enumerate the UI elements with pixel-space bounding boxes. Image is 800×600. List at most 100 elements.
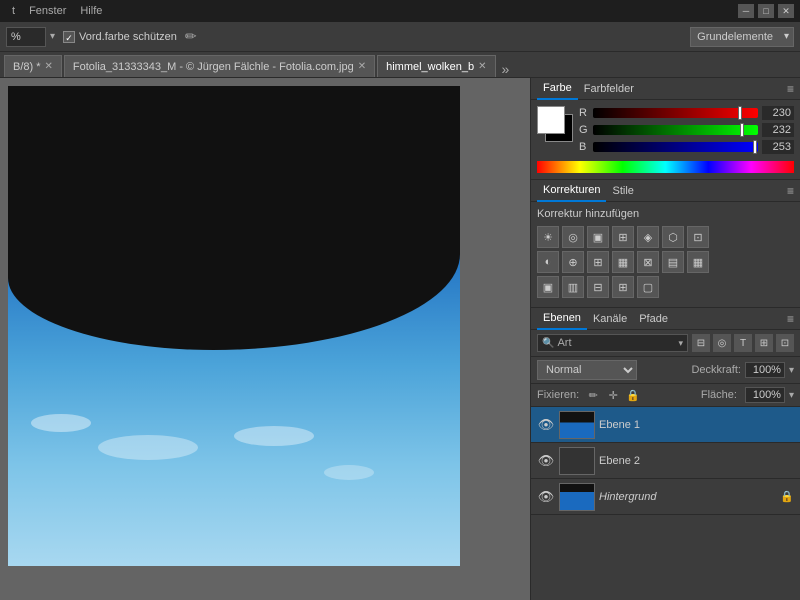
- korr-icon-hsl[interactable]: ⬡: [662, 226, 684, 248]
- tab-farbfelder[interactable]: Farbfelder: [578, 78, 640, 100]
- foreground-swatch[interactable]: [537, 106, 565, 134]
- ebenen-search[interactable]: 🔍 Art ▾: [537, 334, 688, 352]
- deckkraft-input[interactable]: [745, 362, 785, 378]
- layer-item-2[interactable]: 👁 Hintergrund 🔒: [531, 479, 800, 515]
- korr-icon-channel[interactable]: ⊞: [587, 251, 609, 273]
- canvas-area[interactable]: [0, 78, 530, 600]
- menu-fenster[interactable]: Fenster: [23, 5, 72, 17]
- cloud-1: [31, 414, 91, 432]
- tab-more-button[interactable]: »: [498, 61, 514, 77]
- layer-2-visibility[interactable]: 👁: [537, 488, 555, 506]
- layer-item-1[interactable]: 👁 Ebene 2: [531, 443, 800, 479]
- layer-0-visibility[interactable]: 👁: [537, 416, 555, 434]
- fix-icon-lock[interactable]: 🔒: [625, 387, 641, 403]
- tab-0-close[interactable]: ✕: [45, 61, 53, 72]
- korr-icon-gradient[interactable]: ▣: [537, 276, 559, 298]
- korr-icon-invert[interactable]: ⊠: [637, 251, 659, 273]
- ebenen-body: 🔍 Art ▾ ⊟ ◎ T ⊞ ⊡ Normal: [531, 330, 800, 600]
- layer-2-lock-icon: 🔒: [780, 490, 794, 503]
- blend-mode-select[interactable]: Normal: [537, 360, 637, 380]
- tab-2-close[interactable]: ✕: [478, 61, 486, 72]
- checkbox-area: Vord.farbe schützen: [63, 31, 177, 43]
- color-spectrum[interactable]: [537, 161, 794, 173]
- korr-icon-photo[interactable]: ⊕: [562, 251, 584, 273]
- protect-color-checkbox[interactable]: [63, 31, 75, 43]
- korrekturen-panel-header: Korrekturen Stile ≡: [531, 180, 800, 202]
- layer-1-visibility[interactable]: 👁: [537, 452, 555, 470]
- maximize-button[interactable]: □: [758, 4, 774, 18]
- korr-icon-extra2[interactable]: ⊞: [612, 276, 634, 298]
- tab-farbe[interactable]: Farbe: [537, 78, 578, 100]
- r-slider[interactable]: [593, 108, 758, 118]
- korr-icon-levels[interactable]: ◎: [562, 226, 584, 248]
- korr-icon-selective[interactable]: ▥: [562, 276, 584, 298]
- layer-item-0[interactable]: 👁 Ebene 1: [531, 407, 800, 443]
- b-label: B: [579, 141, 589, 153]
- korr-icon-lookup[interactable]: ▦: [612, 251, 634, 273]
- tab-0[interactable]: B/8) * ✕: [4, 55, 62, 77]
- korr-icon-extra3[interactable]: ▢: [637, 276, 659, 298]
- korr-icon-bw[interactable]: ◐: [537, 251, 559, 273]
- b-slider[interactable]: [593, 142, 758, 152]
- brush-icon[interactable]: ✏: [185, 28, 197, 45]
- menu-t[interactable]: t: [6, 5, 21, 17]
- toolbar: % ▾ Vord.farbe schützen ✏ Grundelemente: [0, 22, 800, 52]
- korrekturen-panel-collapse[interactable]: ≡: [787, 184, 794, 198]
- zoom-percent[interactable]: %: [6, 27, 46, 47]
- korr-icon-colorbal[interactable]: ⊡: [687, 226, 709, 248]
- flache-input[interactable]: [745, 387, 785, 403]
- workspace-dropdown[interactable]: Grundelemente: [690, 27, 794, 47]
- layer-type-icon[interactable]: T: [734, 334, 752, 352]
- g-slider[interactable]: [593, 125, 758, 135]
- tab-kanale[interactable]: Kanäle: [587, 308, 633, 330]
- tab-1-label: Fotolia_31333343_M - © Jürgen Fälchle - …: [73, 61, 354, 73]
- tab-1[interactable]: Fotolia_31333343_M - © Jürgen Fälchle - …: [64, 55, 375, 77]
- main-area: Farbe Farbfelder ≡ R: [0, 78, 800, 600]
- tab-1-close[interactable]: ✕: [358, 61, 366, 72]
- close-button[interactable]: ✕: [778, 4, 794, 18]
- korr-icon-brightness[interactable]: ☀: [537, 226, 559, 248]
- korr-icon-exposure[interactable]: ⊞: [612, 226, 634, 248]
- korr-icon-extra1[interactable]: ⊟: [587, 276, 609, 298]
- fixieren-row: Fixieren: ✏ ✛ 🔒 Fläche: ▾: [531, 384, 800, 407]
- titlebar: t Fenster Hilfe ─ □ ✕: [0, 0, 800, 22]
- deckkraft-arrow[interactable]: ▾: [789, 365, 794, 376]
- cloud-3: [234, 426, 314, 446]
- swatch-area: R G: [537, 106, 794, 157]
- canvas-image: [8, 86, 460, 566]
- r-value[interactable]: [762, 106, 794, 120]
- ebenen-panel-collapse[interactable]: ≡: [787, 312, 794, 326]
- color-swatches: [537, 106, 573, 142]
- b-value[interactable]: [762, 140, 794, 154]
- layer-2-thumb-image: [560, 484, 594, 510]
- r-slider-row: R: [579, 106, 794, 120]
- korr-icon-vibrance[interactable]: ◈: [637, 226, 659, 248]
- layer-thumbnail-icon[interactable]: ⊟: [692, 334, 710, 352]
- color-panel-collapse[interactable]: ≡: [787, 82, 794, 96]
- g-value[interactable]: [762, 123, 794, 137]
- korr-icon-threshold[interactable]: ▦: [687, 251, 709, 273]
- layer-mask-icon[interactable]: ◎: [713, 334, 731, 352]
- flache-arrow[interactable]: ▾: [789, 390, 794, 401]
- layer-transform-icon[interactable]: ⊞: [755, 334, 773, 352]
- g-label: G: [579, 124, 589, 136]
- tab-stile[interactable]: Stile: [606, 180, 639, 202]
- b-thumb: [753, 140, 757, 154]
- search-dropdown[interactable]: ▾: [678, 338, 683, 349]
- layer-extra-icon[interactable]: ⊡: [776, 334, 794, 352]
- korr-icon-curves[interactable]: ▣: [587, 226, 609, 248]
- titlebar-controls: ─ □ ✕: [738, 4, 794, 18]
- fix-icon-brush[interactable]: ✏: [585, 387, 601, 403]
- percent-dropdown-icon[interactable]: ▾: [50, 31, 55, 42]
- tab-2[interactable]: himmel_wolken_b ✕: [377, 55, 495, 77]
- menu-hilfe[interactable]: Hilfe: [74, 5, 108, 17]
- tab-2-label: himmel_wolken_b: [386, 61, 474, 73]
- minimize-button[interactable]: ─: [738, 4, 754, 18]
- tab-korrekturen[interactable]: Korrekturen: [537, 180, 606, 202]
- fix-icon-move[interactable]: ✛: [605, 387, 621, 403]
- color-panel-header: Farbe Farbfelder ≡: [531, 78, 800, 100]
- brush-icon-area: ✏: [185, 28, 197, 45]
- tab-pfade[interactable]: Pfade: [633, 308, 674, 330]
- korr-icon-posterize[interactable]: ▤: [662, 251, 684, 273]
- tab-ebenen[interactable]: Ebenen: [537, 308, 587, 330]
